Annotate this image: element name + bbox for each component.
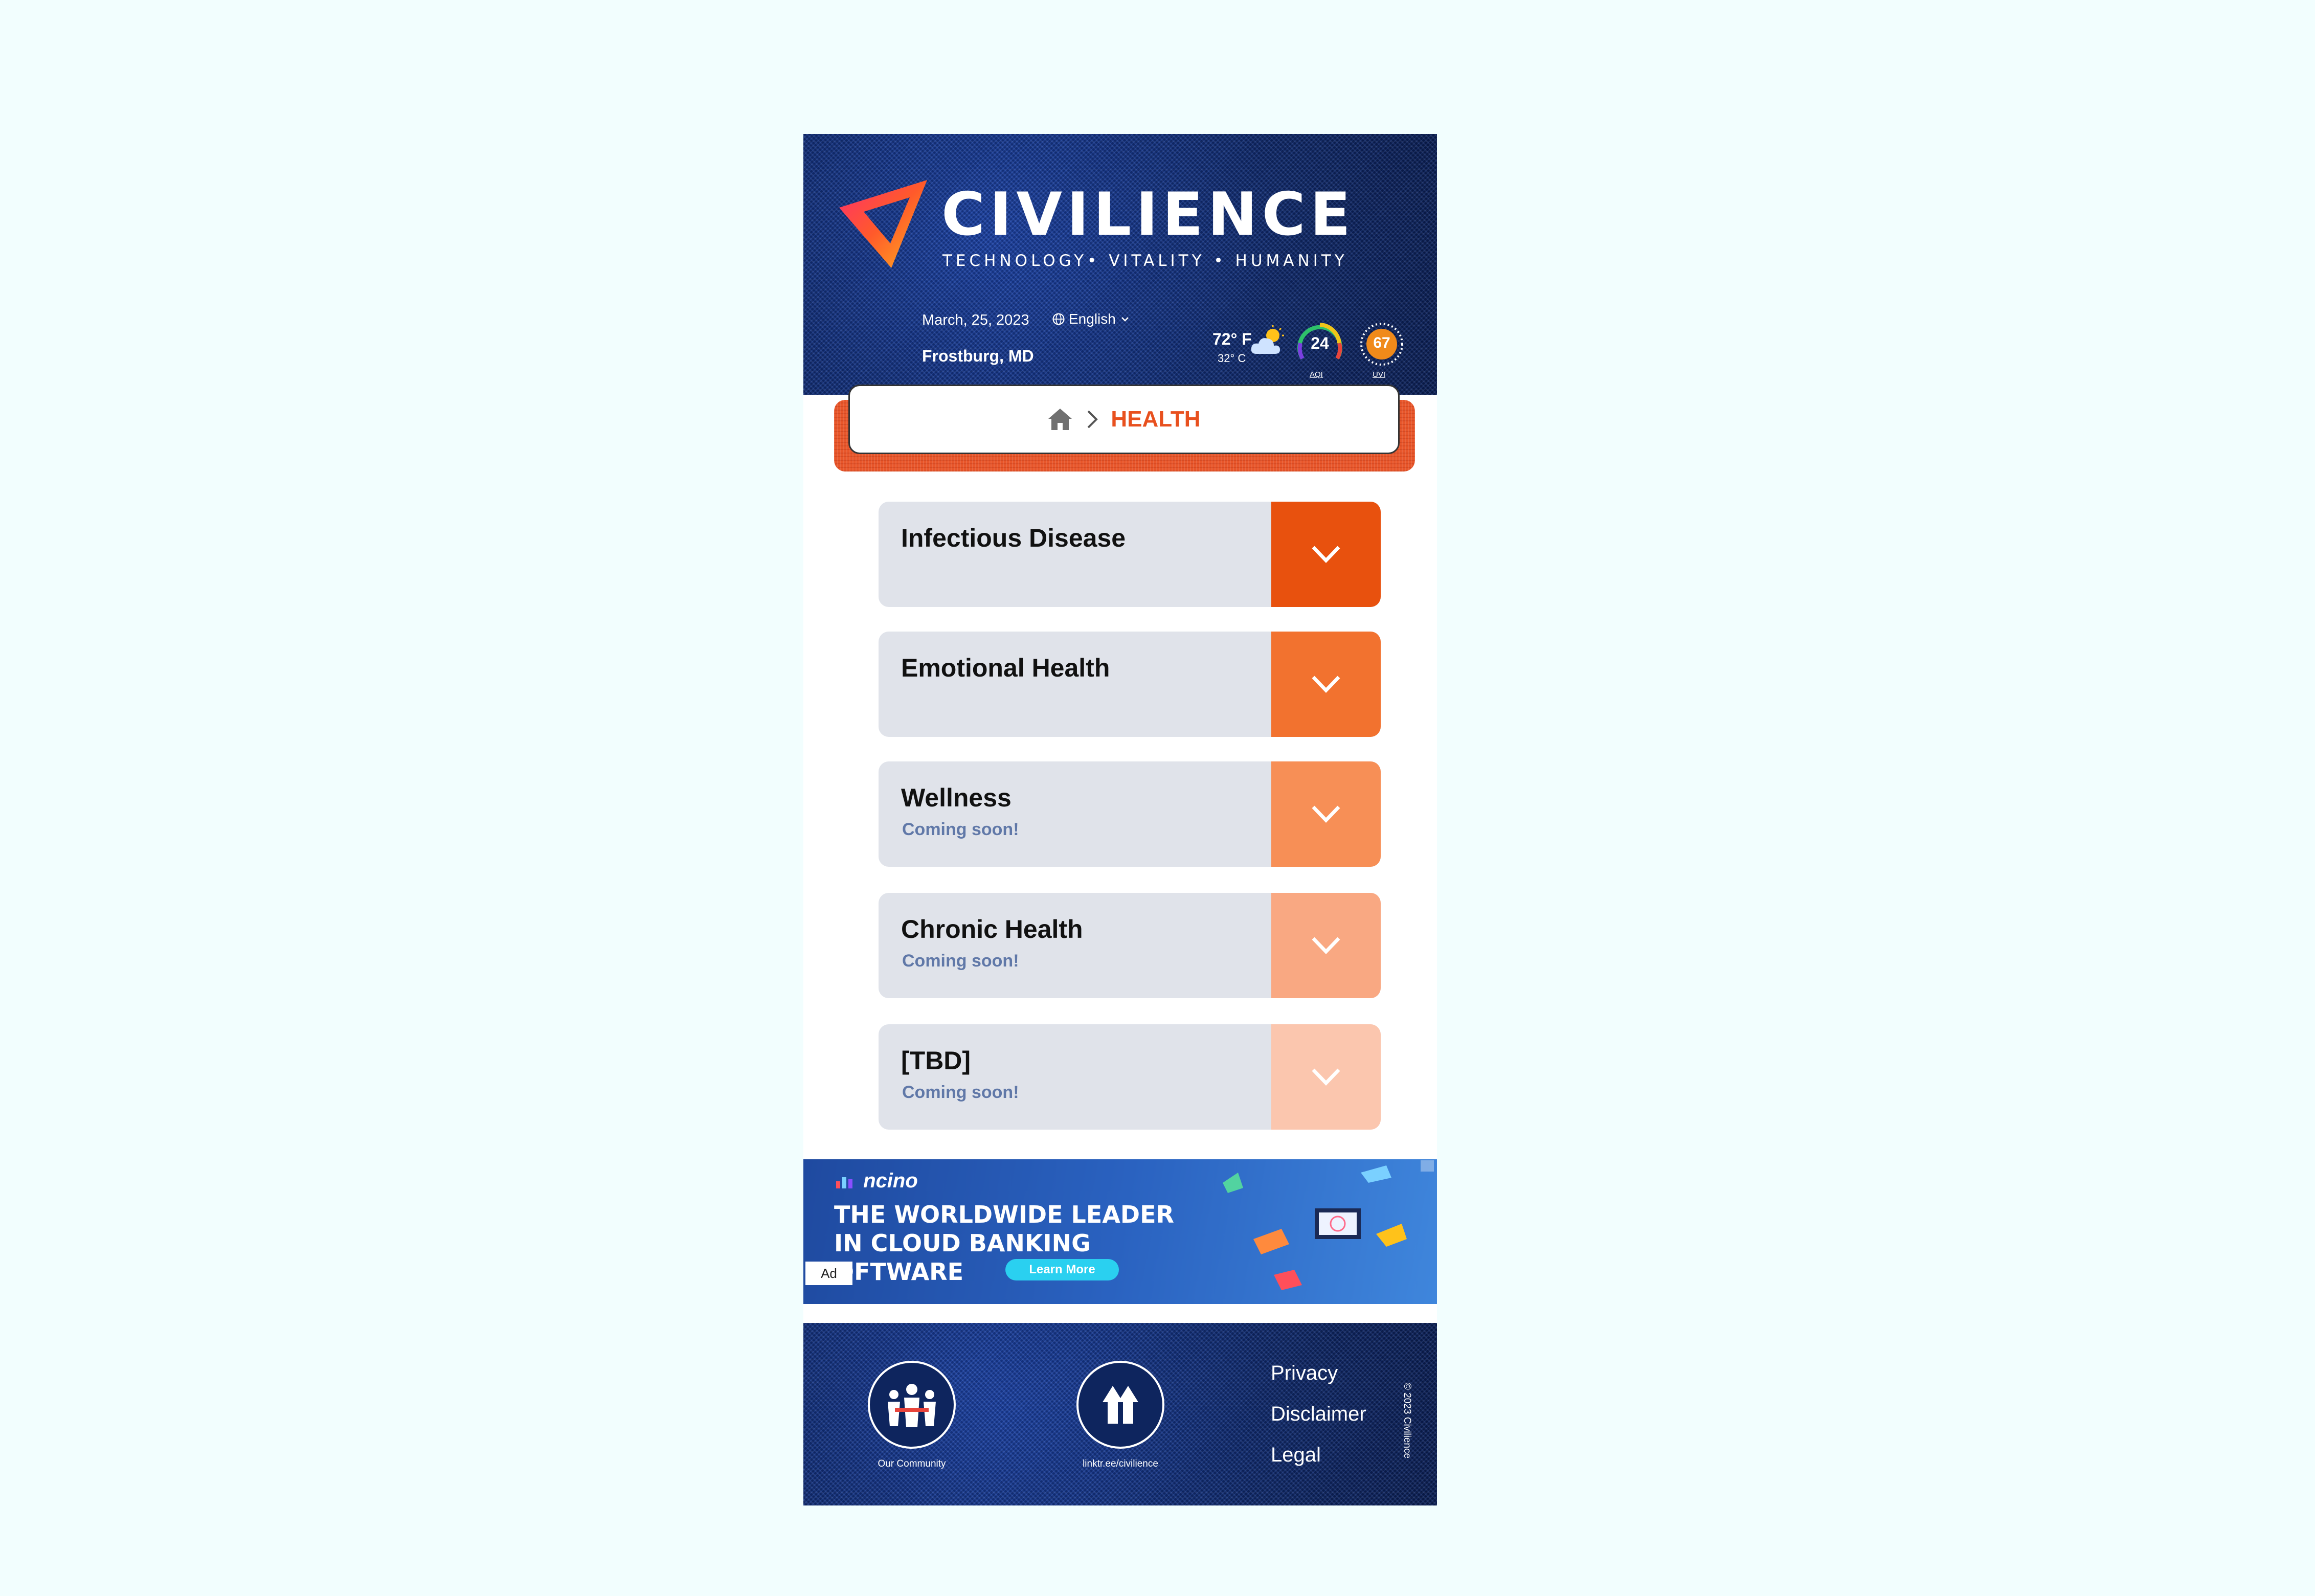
category-emotional-health[interactable]: Emotional Health bbox=[879, 632, 1381, 737]
breadcrumb: HEALTH bbox=[848, 385, 1400, 454]
category-title: [TBD] bbox=[901, 1046, 971, 1075]
aqi-gauge[interactable]: 24 bbox=[1295, 321, 1344, 370]
expand-toggle[interactable] bbox=[1271, 502, 1381, 607]
ncino-logo-icon bbox=[836, 1177, 852, 1189]
ad-brand: ncino bbox=[835, 1170, 918, 1193]
category-title: Chronic Health bbox=[901, 915, 1083, 943]
civilience-logo-icon[interactable] bbox=[834, 176, 931, 273]
aqi-label: AQI bbox=[1310, 370, 1323, 379]
location-label[interactable]: Frostburg, MD bbox=[922, 347, 1034, 366]
language-label: English bbox=[1069, 311, 1116, 327]
coming-soon-label: Coming soon! bbox=[902, 951, 1019, 971]
mobile-page: CIVILIENCE TECHNOLOGY• VITALITY • HUMANI… bbox=[803, 134, 1437, 1505]
ad-banner[interactable]: ncino THE WORLDWIDE LEADER IN CLOUD BANK… bbox=[803, 1159, 1437, 1304]
uv-value: 67 bbox=[1373, 334, 1390, 351]
community-link[interactable] bbox=[868, 1361, 956, 1449]
brand-name: CIVILIENCE bbox=[941, 180, 1355, 249]
category-tbd[interactable]: [TBD] Coming soon! bbox=[879, 1024, 1381, 1130]
ad-illustration-icon bbox=[1223, 1165, 1407, 1290]
partly-cloudy-icon[interactable] bbox=[1249, 324, 1288, 358]
category-title: Infectious Disease bbox=[901, 524, 1126, 552]
community-people-icon bbox=[888, 1384, 936, 1427]
disclaimer-link[interactable]: Disclaimer bbox=[1271, 1403, 1366, 1426]
ad-learn-more-button[interactable]: Learn More bbox=[1005, 1259, 1119, 1280]
category-title: Wellness bbox=[901, 783, 1012, 812]
chevron-down-icon bbox=[1121, 317, 1129, 322]
legal-link[interactable]: Legal bbox=[1271, 1444, 1321, 1467]
coming-soon-label: Coming soon! bbox=[902, 1083, 1019, 1102]
expand-toggle[interactable] bbox=[1271, 893, 1381, 998]
chevron-right-icon bbox=[1087, 410, 1098, 429]
expand-toggle[interactable] bbox=[1271, 632, 1381, 737]
temperature-c: 32° C bbox=[1218, 352, 1246, 365]
expand-toggle[interactable] bbox=[1271, 1024, 1381, 1130]
linktree-link[interactable] bbox=[1076, 1361, 1164, 1449]
chevron-down-icon bbox=[1312, 546, 1340, 564]
copyright-text: © 2023 Civilience bbox=[1402, 1382, 1412, 1459]
ad-headline-line1: THE WORLDWIDE LEADER bbox=[834, 1201, 1174, 1228]
linktree-icon bbox=[1103, 1386, 1138, 1424]
brand-tagline: TECHNOLOGY• VITALITY • HUMANITY bbox=[942, 252, 1348, 270]
linktree-label[interactable]: linktr.ee/civilience bbox=[1054, 1458, 1187, 1470]
ad-headline-line2: IN CLOUD BANKING bbox=[834, 1229, 1091, 1257]
site-footer: Our Community linktr.ee/civilience Priva… bbox=[803, 1323, 1437, 1505]
category-wellness[interactable]: Wellness Coming soon! bbox=[879, 761, 1381, 867]
aqi-value: 24 bbox=[1311, 334, 1329, 352]
site-header: CIVILIENCE TECHNOLOGY• VITALITY • HUMANI… bbox=[803, 134, 1437, 395]
uv-label: UVI bbox=[1373, 370, 1386, 379]
breadcrumb-current: HEALTH bbox=[1111, 407, 1201, 432]
chevron-down-icon bbox=[1312, 937, 1340, 955]
category-chronic-health[interactable]: Chronic Health Coming soon! bbox=[879, 893, 1381, 998]
current-date: March, 25, 2023 bbox=[922, 312, 1029, 328]
language-selector[interactable]: English bbox=[1051, 311, 1131, 327]
globe-icon bbox=[1052, 313, 1065, 325]
community-label[interactable]: Our Community bbox=[845, 1458, 978, 1470]
privacy-link[interactable]: Privacy bbox=[1271, 1362, 1338, 1385]
coming-soon-label: Coming soon! bbox=[902, 820, 1019, 839]
category-title: Emotional Health bbox=[901, 654, 1110, 682]
category-infectious-disease[interactable]: Infectious Disease bbox=[879, 502, 1381, 607]
chevron-down-icon bbox=[1312, 676, 1340, 693]
ad-close-icon[interactable] bbox=[1421, 1160, 1434, 1172]
ad-label: Ad bbox=[805, 1262, 852, 1285]
home-icon[interactable] bbox=[1047, 408, 1073, 431]
chevron-down-icon bbox=[1312, 1068, 1340, 1086]
ad-brand-text: ncino bbox=[863, 1170, 918, 1192]
expand-toggle[interactable] bbox=[1271, 761, 1381, 867]
temperature-f: 72° F bbox=[1212, 330, 1252, 348]
uv-index-badge[interactable]: 67 bbox=[1357, 319, 1407, 369]
chevron-down-icon bbox=[1312, 805, 1340, 823]
